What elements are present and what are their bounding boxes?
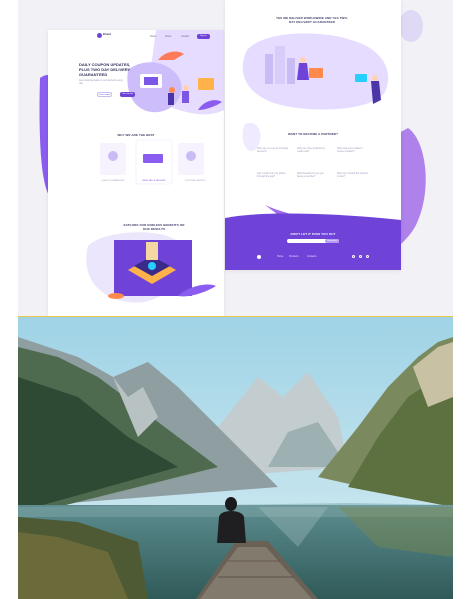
feature-label-quality: QUALITY GUARANTEED — [101, 180, 125, 182]
footer-link-home[interactable]: Home — [277, 255, 283, 258]
nav-link-about[interactable]: About — [165, 35, 171, 38]
footer-link-contacts[interactable]: Contacts — [307, 255, 316, 258]
instagram-icon[interactable] — [366, 255, 369, 258]
subscribe-title: DON'T LET IT PASS YOU OUT — [290, 232, 336, 236]
feature-label-delivery: FREE CALL & DELIVERY — [142, 180, 166, 182]
faq-question[interactable]: How can I refund the product I order? — [337, 172, 369, 178]
faq-question[interactable]: What benefits do you get being a member? — [297, 172, 329, 178]
nav-signin-button[interactable]: Sign in — [197, 34, 210, 39]
facebook-icon[interactable] — [352, 255, 355, 258]
nav-link-contact[interactable]: Contact — [181, 35, 189, 38]
hero-learn-button[interactable]: Learn more — [97, 92, 112, 97]
hero-title: DAILY COUPON UPDATES, PLUS TWO DAY DELIV… — [79, 62, 131, 77]
feature-label-service: CUSTOMER SERVICE — [184, 180, 206, 182]
nav-link-home[interactable]: Home — [150, 35, 156, 38]
partner-title: WANT TO BECOME A PARTNER? — [288, 132, 338, 136]
faq-question[interactable]: Can I order from my phone through the ap… — [257, 172, 289, 178]
hero-start-button[interactable]: Get started — [120, 92, 135, 97]
why-title: WHY WE ARE THE BEST — [117, 133, 155, 137]
faq-question[interactable]: How long does it take to receive product… — [337, 147, 369, 153]
brand-name[interactable]: Brand — [103, 33, 111, 36]
lake-photo — [18, 317, 453, 599]
brand-logo[interactable] — [97, 33, 102, 38]
subscribe-button[interactable]: Subscribe — [325, 239, 339, 243]
right-page-card: YES WE DELIVER WORLDWIDE AND YES TWO-DAY… — [225, 0, 401, 270]
faq-question[interactable]: How can I buy products by credit card? — [297, 147, 329, 153]
faq-question[interactable]: How can I set up an Amazing account? — [257, 147, 289, 153]
footer-logo[interactable] — [257, 255, 261, 259]
twitter-icon[interactable] — [359, 255, 362, 258]
right-page-header: YES WE DELIVER WORLDWIDE AND YES TWO-DAY… — [275, 16, 349, 24]
lake-scene — [18, 317, 453, 599]
footer-link-products[interactable]: Products — [289, 255, 298, 258]
hero-description: Get Amazing deals on our products every … — [79, 79, 123, 86]
explore-title: EXPLORE OUR ENDLESS BENEFITS OR OUR RESU… — [123, 223, 185, 231]
